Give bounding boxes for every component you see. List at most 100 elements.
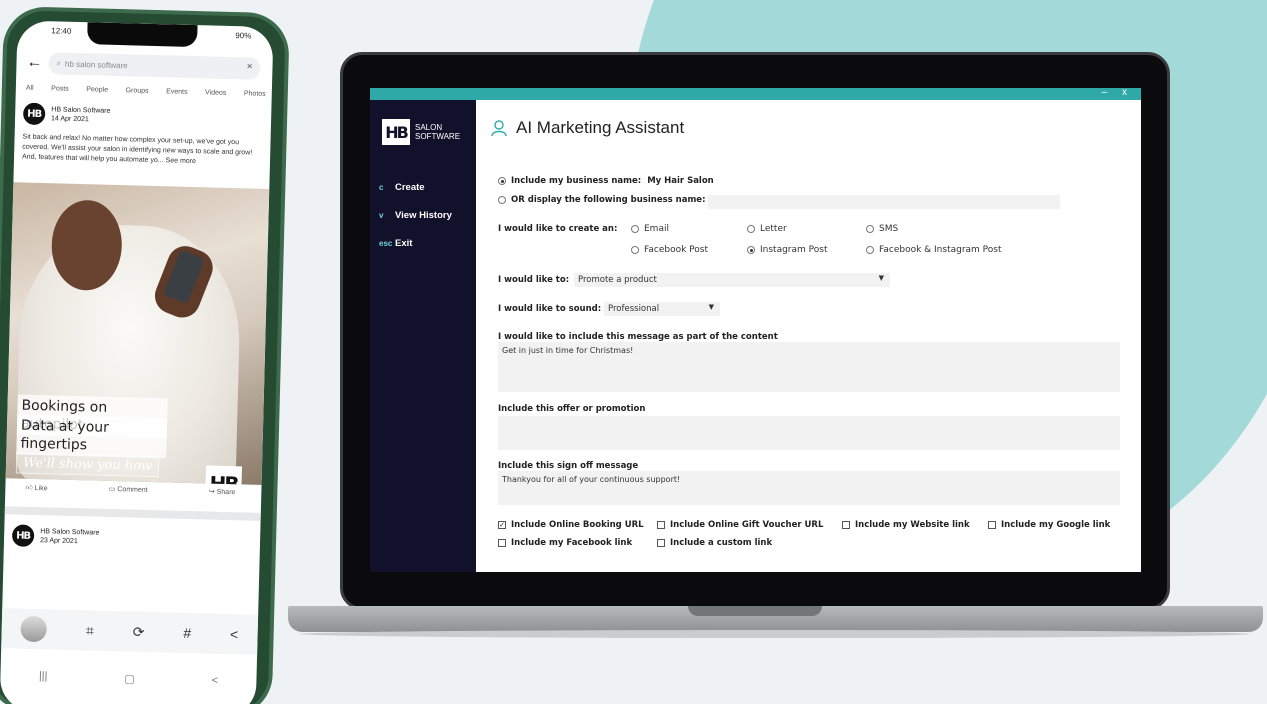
app-window: – x HB SALON SOFTWARE c Create v View Hi…: [370, 88, 1141, 572]
back-arrow-icon[interactable]: ←: [26, 54, 48, 73]
signoff-textarea[interactable]: Thankyou for all of your continuous supp…: [498, 471, 1120, 505]
avatar[interactable]: HB: [22, 102, 46, 126]
window-controls[interactable]: – x: [1102, 88, 1133, 98]
nav-label: Exit: [395, 238, 413, 249]
checkbox-checked-icon: ✓: [498, 521, 506, 529]
include-business-name-radio[interactable]: [498, 177, 506, 185]
option-facebook-post[interactable]: Facebook Post: [631, 245, 708, 255]
radio-icon: [747, 246, 755, 254]
nav-key: c: [379, 183, 384, 192]
like-to-row: I would like to:: [498, 275, 569, 285]
logo-line-2: SOFTWARE: [415, 132, 461, 141]
sound-select[interactable]: Professional ▼: [604, 302, 720, 316]
option-email[interactable]: Email: [631, 224, 669, 234]
radio-icon: [631, 246, 639, 254]
checkbox-label: Include my Facebook link: [511, 538, 633, 548]
recent-apps-icon[interactable]: |||: [39, 670, 48, 682]
tab-events[interactable]: Events: [166, 88, 188, 96]
share-icon[interactable]: <: [230, 626, 239, 642]
sidebar: HB SALON SOFTWARE c Create v View Histor…: [370, 100, 476, 572]
nav-create[interactable]: c Create: [379, 182, 425, 193]
nav-exit[interactable]: esc Exit: [379, 238, 412, 249]
nav-label: Create: [395, 182, 425, 193]
hashtag-icon[interactable]: #: [183, 625, 191, 641]
checkbox-label: Include Online Gift Voucher URL: [670, 520, 824, 530]
include-business-name-row: Include my business name: My Hair Salon: [498, 176, 714, 186]
comment-label: Comment: [117, 486, 148, 494]
checkbox-custom-link[interactable]: Include a custom link: [657, 538, 772, 548]
back-icon[interactable]: <: [211, 675, 218, 687]
option-label: Facebook Post: [644, 245, 708, 255]
create-label: I would like to create an:: [498, 224, 618, 234]
like-button[interactable]: 👍︎ Like: [25, 483, 47, 493]
create-label-row: I would like to create an:: [498, 224, 617, 234]
comment-button[interactable]: ▭ Comment: [109, 485, 148, 495]
tab-all[interactable]: All: [26, 85, 34, 92]
share-icon: ↪: [208, 488, 215, 496]
display-other-name-radio[interactable]: [498, 196, 506, 204]
tab-videos[interactable]: Videos: [205, 89, 226, 97]
checkbox-website-link[interactable]: Include my Website link: [842, 520, 970, 530]
share-button[interactable]: ↪ Share: [209, 488, 236, 498]
option-label: Email: [644, 224, 669, 234]
business-name-value: My Hair Salon: [647, 176, 714, 186]
status-battery: 90%: [235, 31, 252, 41]
option-letter[interactable]: Letter: [747, 224, 787, 234]
message-row: I would like to include this message as …: [498, 332, 778, 342]
avatar[interactable]: HB: [11, 524, 35, 547]
checkbox-gift-voucher-url[interactable]: Include Online Gift Voucher URL: [657, 520, 823, 530]
message-textarea[interactable]: Get in just in time for Christmas!: [498, 342, 1120, 392]
like-to-select[interactable]: Promote a product ▼: [574, 273, 890, 287]
gallery-thumbnail[interactable]: [20, 615, 48, 643]
chevron-down-icon: ▼: [708, 303, 714, 311]
tab-groups[interactable]: Groups: [126, 87, 149, 95]
checkbox-label: Include Online Booking URL: [511, 520, 644, 530]
nav-key: esc: [379, 239, 393, 248]
checkbox-facebook-link[interactable]: Include my Facebook link: [498, 538, 632, 548]
other-business-name-input[interactable]: [708, 195, 1060, 209]
checkbox-icon: [498, 539, 506, 547]
radio-icon: [631, 225, 639, 233]
home-icon[interactable]: ▢: [124, 672, 135, 685]
post-image[interactable]: Bookings on autopilot Data at your finge…: [5, 182, 270, 485]
search-icon: ⌕: [56, 58, 62, 68]
scan-icon[interactable]: ⌗: [86, 622, 94, 639]
clear-icon[interactable]: ×: [247, 61, 253, 72]
post-date: 23 Apr 2021: [39, 537, 78, 546]
sound-value: Professional: [608, 304, 660, 314]
phone-notch: [87, 22, 198, 48]
brand-logo: HB: [205, 465, 243, 485]
tab-people[interactable]: People: [86, 86, 108, 94]
offer-textarea[interactable]: [498, 416, 1120, 450]
checkbox-icon: [657, 539, 665, 547]
option-label: Letter: [760, 224, 787, 234]
nav-view-history[interactable]: v View History: [379, 210, 452, 221]
option-facebook-instagram-post[interactable]: Facebook & Instagram Post: [866, 245, 1002, 255]
checkbox-label: Include my Google link: [1001, 520, 1111, 530]
option-sms[interactable]: SMS: [866, 224, 898, 234]
checkbox-icon: [988, 521, 996, 529]
checkbox-online-booking-url[interactable]: ✓ Include Online Booking URL: [498, 520, 644, 530]
post-date: 14 Apr 2021: [50, 115, 89, 124]
option-instagram-post[interactable]: Instagram Post: [747, 245, 827, 255]
radio-icon: [866, 246, 874, 254]
search-tabs: All Posts People Groups Events Videos Ph…: [26, 85, 266, 98]
checkbox-google-link[interactable]: Include my Google link: [988, 520, 1110, 530]
search-input[interactable]: ⌕ hb salon software ×: [48, 52, 261, 80]
chevron-down-icon: ▼: [878, 274, 884, 282]
thumbs-up-icon: 👍︎: [25, 484, 33, 492]
tab-photos[interactable]: Photos: [244, 90, 266, 98]
option-label: SMS: [879, 224, 899, 234]
rotate-icon[interactable]: ⟳: [133, 623, 145, 640]
phone-screen: 12:40 90% ← ⌕ hb salon software × All Po…: [0, 20, 274, 704]
checkbox-icon: [842, 521, 850, 529]
logo-text: SALON SOFTWARE: [415, 123, 460, 141]
post-text: Sit back and relax! No matter how comple…: [21, 133, 253, 166]
tab-posts[interactable]: Posts: [51, 85, 69, 92]
search-text: hb salon software: [64, 59, 128, 70]
person-outline-icon: [491, 120, 507, 137]
display-other-name-label: OR display the following business name:: [511, 195, 706, 205]
logo-mark: HB: [382, 119, 410, 145]
sound-label: I would like to sound:: [498, 304, 602, 314]
bottom-toolbar: ⌗ ⟳ # <: [1, 608, 259, 655]
